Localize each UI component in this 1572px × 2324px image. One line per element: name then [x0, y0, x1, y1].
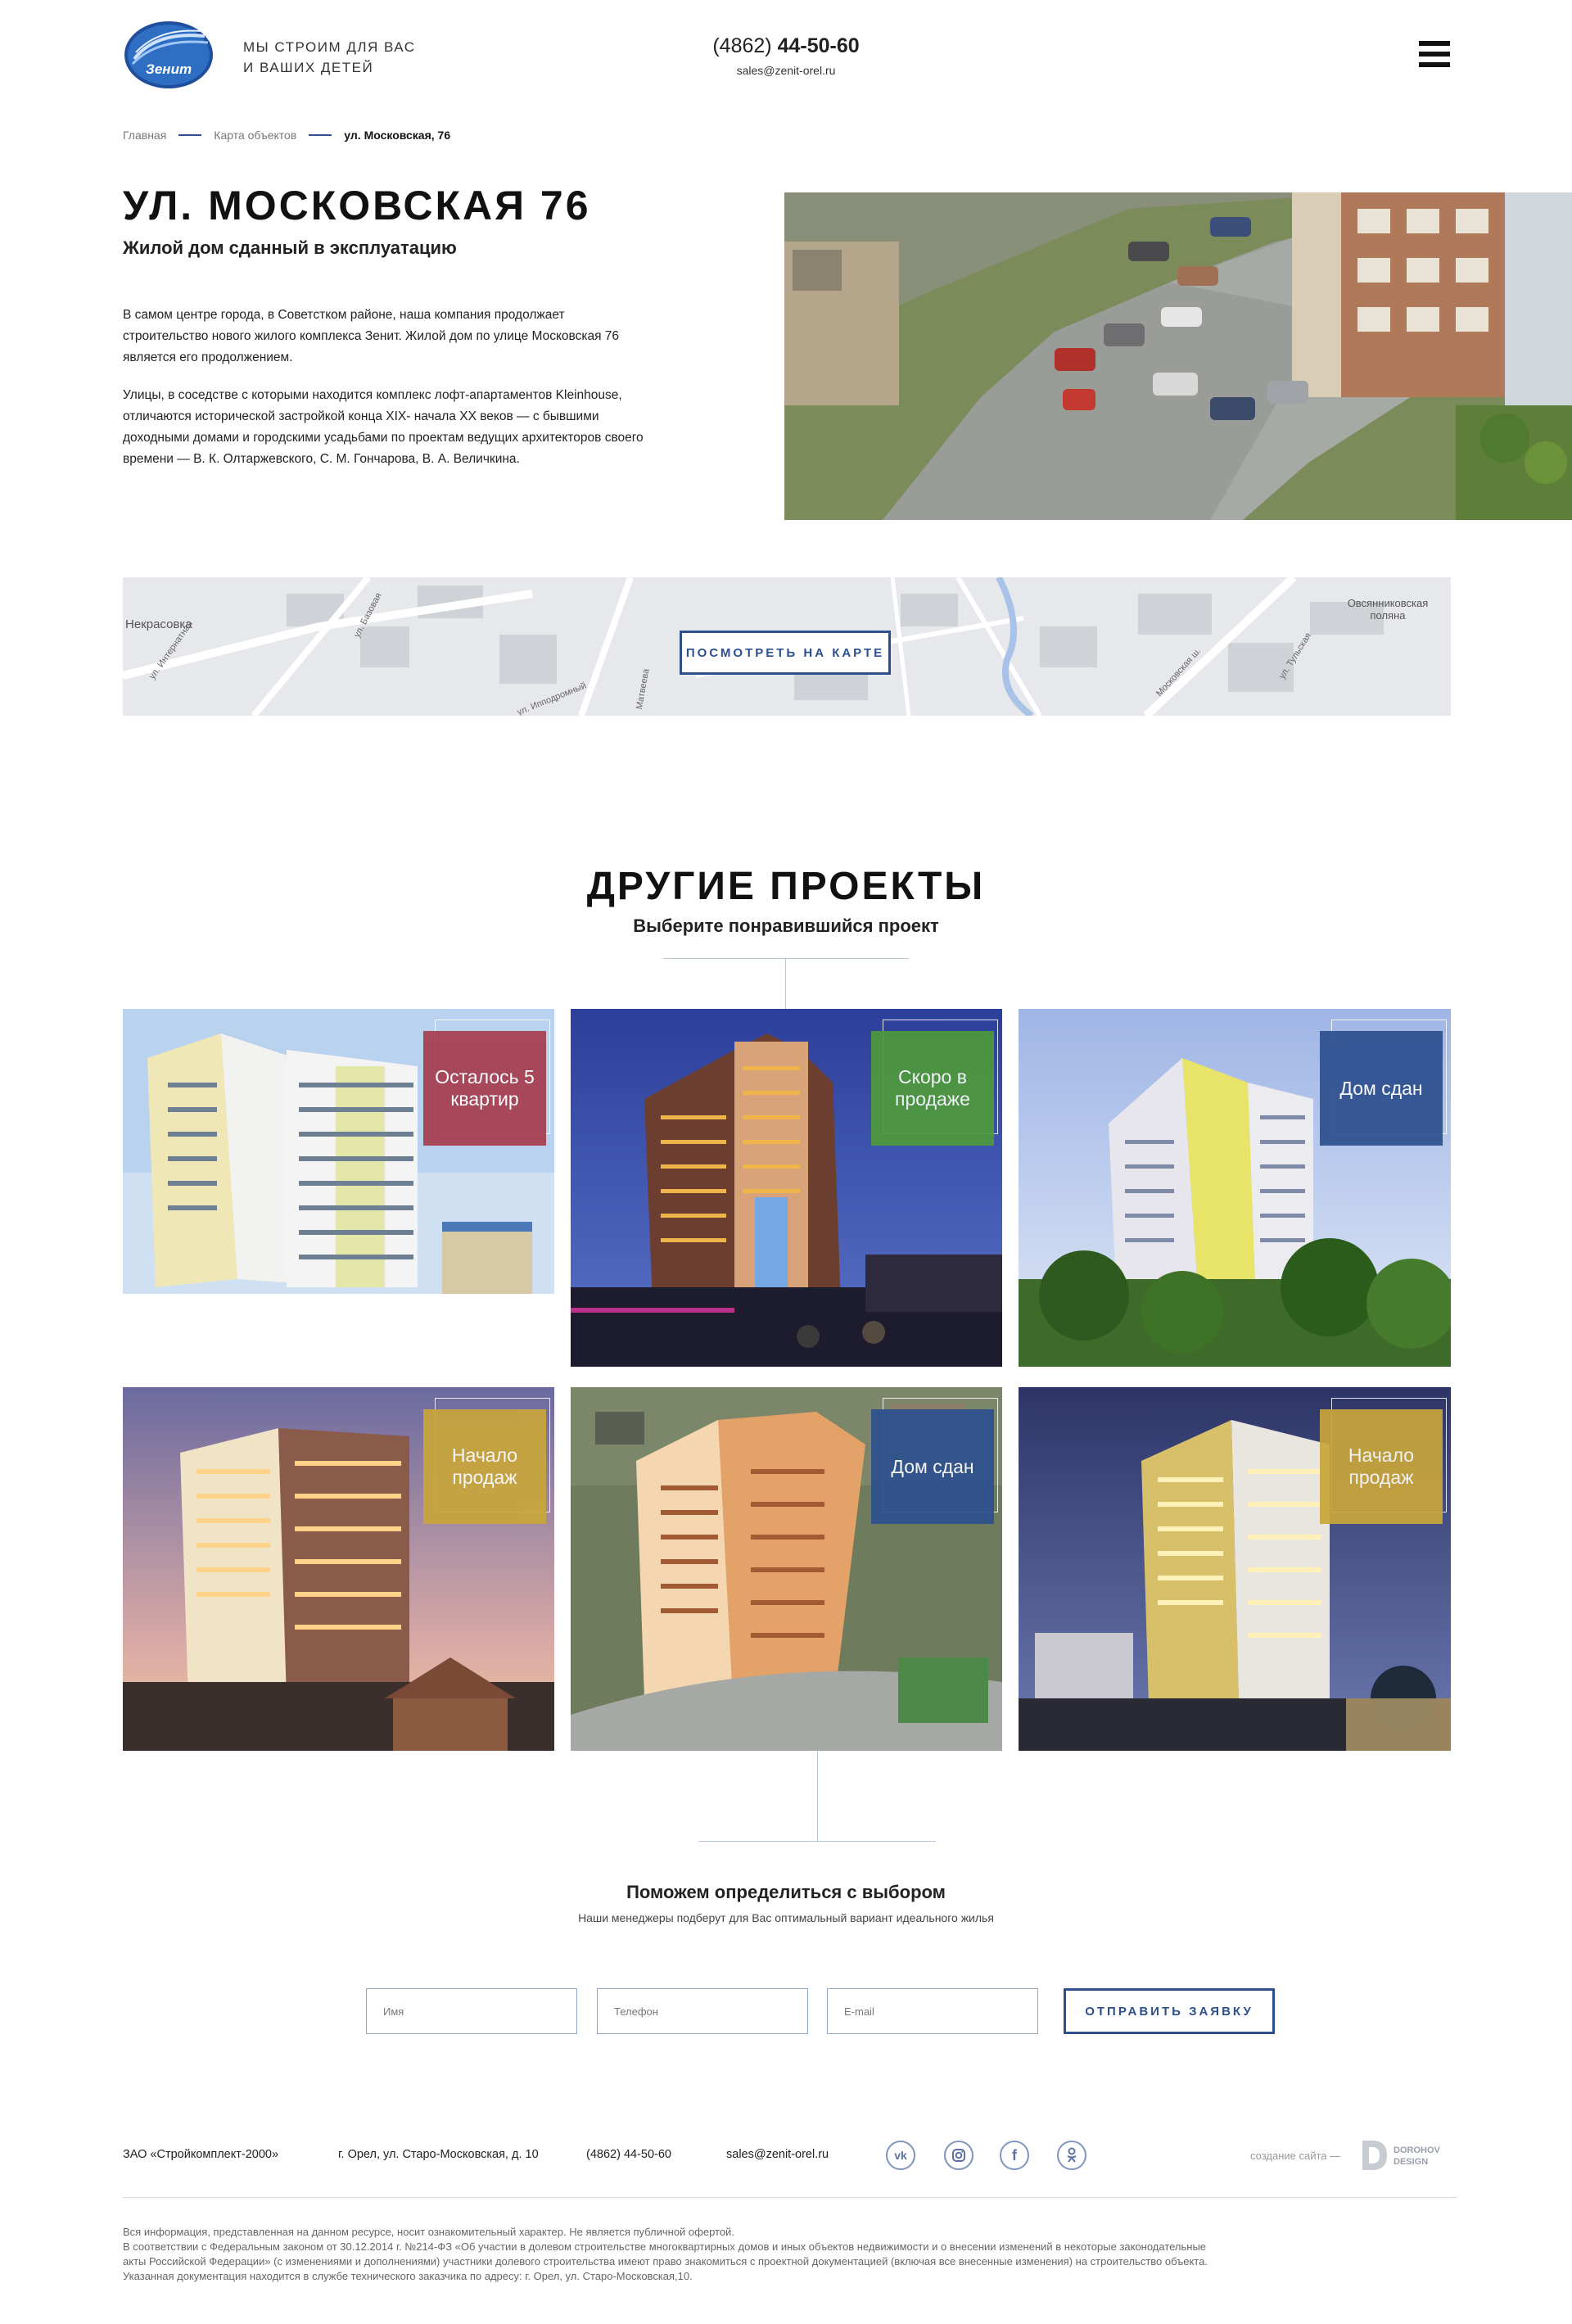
status-badge-box: Осталось 5 квартир	[423, 1031, 546, 1146]
location-map[interactable]: Некрасовка Овсянниковская поляна ул. Инт…	[123, 577, 1451, 716]
section-subtitle: Выберите понравившийся проект	[633, 916, 939, 936]
header-email[interactable]: sales@zenit-orel.ru	[0, 64, 1572, 77]
page-subtitle: Жилой дом сданный в эксплуатацию	[123, 237, 457, 258]
status-badge: Дом сдан	[871, 1398, 998, 1524]
status-badge-box: Начало продаж	[423, 1409, 546, 1524]
odnoklassniki-icon[interactable]	[1057, 2141, 1086, 2170]
vk-icon[interactable]: vk	[886, 2141, 915, 2170]
project-card[interactable]: Скоро в продаже	[571, 1009, 1002, 1367]
phone-field[interactable]	[597, 1988, 808, 2034]
header-phone[interactable]: (4862) 44-50-60	[0, 34, 1572, 58]
footer-address: г. Орел, ул. Старо-Московская, д. 10	[338, 2148, 539, 2161]
map-label: Овсянниковская поляна	[1347, 597, 1429, 622]
svg-text:DOROHOV: DOROHOV	[1394, 2145, 1441, 2155]
footer-company: ЗАО «Стройкомплект-2000»	[123, 2148, 279, 2161]
project-card[interactable]: Начало продаж	[1019, 1387, 1451, 1751]
project-card[interactable]: Осталось 5 квартир	[123, 1009, 554, 1294]
breadcrumb-map[interactable]: Карта объектов	[214, 129, 296, 142]
menu-icon[interactable]	[1419, 41, 1450, 74]
dorohov-design-logo[interactable]: DOROHOV DESIGN	[1361, 2139, 1452, 2172]
project-card[interactable]: Дом сдан	[1019, 1009, 1451, 1367]
status-badge: Дом сдан	[1320, 1020, 1447, 1146]
breadcrumb: Главная Карта объектов ул. Московская, 7…	[123, 129, 450, 142]
description-paragraph: Улицы, в соседстве с которыми находится …	[123, 388, 644, 466]
divider	[817, 1751, 818, 1841]
divider	[785, 958, 786, 1009]
status-badge-box: Дом сдан	[1320, 1031, 1443, 1146]
status-badge: Осталось 5 квартир	[423, 1020, 550, 1146]
facebook-icon[interactable]: f	[1000, 2141, 1029, 2170]
instagram-icon[interactable]	[944, 2141, 973, 2170]
divider	[698, 1841, 936, 1842]
footer-divider	[123, 2197, 1457, 2198]
legal-text: Вся информация, представленная на данном…	[123, 2226, 1208, 2282]
status-badge-box: Дом сдан	[871, 1409, 994, 1524]
breadcrumb-home[interactable]: Главная	[123, 129, 166, 142]
email-field[interactable]	[827, 1988, 1038, 2034]
made-by-text: создание сайта —	[1250, 2150, 1341, 2162]
help-subtitle: Наши менеджеры подберут для Вас оптималь…	[578, 1911, 994, 1924]
status-badge: Начало продаж	[423, 1398, 550, 1524]
site-header: Зенит Мы строим для вас и ваших детей (4…	[0, 0, 1572, 115]
section-title: ДРУГИЕ ПРОЕКТЫ	[586, 865, 986, 908]
view-on-map-button[interactable]: ПОСМОТРЕТЬ НА КАРТЕ	[680, 631, 891, 675]
footer-phone[interactable]: (4862) 44-50-60	[586, 2148, 671, 2161]
divider	[663, 958, 909, 959]
page-title: УЛ. МОСКОВСКАЯ 76	[123, 183, 591, 228]
name-field[interactable]	[366, 1988, 577, 2034]
help-title: Поможем определиться с выбором	[626, 1882, 946, 1902]
submit-request-button[interactable]: ОТПРАВИТЬ ЗАЯВКУ	[1064, 1988, 1275, 2034]
project-card[interactable]: Дом сдан	[571, 1387, 1002, 1751]
status-badge-box: Скоро в продаже	[871, 1031, 994, 1146]
status-badge: Начало продаж	[1320, 1398, 1447, 1524]
breadcrumb-current: ул. Московская, 76	[344, 129, 451, 142]
project-card[interactable]: Начало продаж	[123, 1387, 554, 1751]
footer-email[interactable]: sales@zenit-orel.ru	[726, 2148, 829, 2161]
description: В самом центре города, в Советстком райо…	[123, 305, 647, 486]
hero-image	[784, 192, 1572, 520]
status-badge: Скоро в продаже	[871, 1020, 998, 1146]
description-paragraph: В самом центре города, в Советстком райо…	[123, 308, 620, 364]
svg-text:DESIGN: DESIGN	[1394, 2157, 1428, 2167]
status-badge-box: Начало продаж	[1320, 1409, 1443, 1524]
